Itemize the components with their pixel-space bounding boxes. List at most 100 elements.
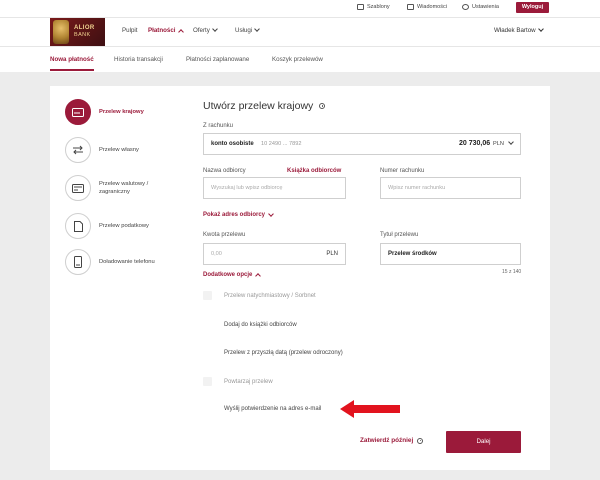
sidebar-item-label: Przelew własny [99, 147, 139, 153]
chevron-down-icon [537, 26, 544, 32]
sidebar-item-przelew-podatkowy[interactable]: Przelew podatkowy [65, 213, 159, 239]
sidebar-item-doladowanie-telefonu[interactable]: Doładowanie telefonu [65, 249, 159, 275]
show-address-label: Pokaż adres odbiorcy [203, 212, 266, 218]
option-add-to-address-book[interactable]: Dodaj do książki odbiorców [203, 320, 297, 329]
transfer-title-value: Przelew środków [388, 251, 437, 257]
recipient-name-placeholder: Wyszukaj lub wpisz odbiorcę [211, 185, 283, 191]
info-icon[interactable] [319, 103, 326, 109]
annotation-arrow-icon [340, 400, 400, 418]
sidebar-item-przelew-krajowy[interactable]: Przelew krajowy [65, 99, 159, 125]
sidebar-item-przelew-wlasny[interactable]: Przelew własny [65, 137, 159, 163]
nav-oferty[interactable]: Oferty [193, 26, 218, 34]
transfer-title-input[interactable]: Przelew środków [380, 243, 521, 265]
alior-bank-logo[interactable]: ALIOR BANK [50, 18, 105, 46]
settings-label: Ustawienia [472, 4, 499, 10]
instant-transfer-checkbox[interactable] [203, 291, 212, 300]
nav-uslugi[interactable]: Usługi [235, 26, 261, 34]
nav-oferty-label: Oferty [193, 27, 210, 34]
settings-link[interactable]: Ustawienia [462, 4, 499, 10]
from-account-number: 10 2490 ... 7892 [261, 141, 302, 147]
info-icon [417, 437, 424, 444]
future-date-checkbox[interactable] [203, 348, 212, 357]
repeat-transfer-checkbox[interactable] [203, 377, 212, 386]
account-number-label: Numer rachunku [380, 168, 425, 174]
title-char-counter: 15 z 140 [502, 269, 522, 275]
confirm-later-label: Zatwierdź później [360, 437, 414, 444]
option-repeat-transfer[interactable]: Powtarzaj przelew [203, 377, 273, 386]
currency-transfer-icon [65, 175, 91, 201]
nav-uslugi-label: Usługi [235, 27, 253, 34]
payment-subtabs: Nowa płatność Historia transakcji Płatno… [0, 46, 600, 72]
account-number-input[interactable]: Wpisz numer rachunku [380, 177, 521, 199]
chevron-down-icon [268, 210, 274, 217]
tab-koszyk-przelewow[interactable]: Koszyk przelewów [272, 56, 323, 63]
option-instant-transfer[interactable]: Przelew natychmiastowy / Sorbnet [203, 291, 316, 300]
amount-placeholder: 0,00 [211, 251, 222, 257]
main-header: ALIOR BANK Pulpit Płatności Oferty Usług… [0, 17, 600, 46]
exchange-arrows-icon [65, 137, 91, 163]
chevron-down-icon [508, 139, 514, 145]
transfer-title-label: Tytuł przelewu [380, 232, 419, 238]
recipient-name-label: Nazwa odbiorcy [203, 168, 246, 174]
from-account-name: konto osobiste [211, 141, 254, 147]
sidebar-item-label: Doładowanie telefonu [99, 259, 155, 265]
user-menu[interactable]: Władek Bartow [494, 26, 544, 34]
option-label: Dodaj do książki odbiorców [224, 321, 297, 328]
user-name: Władek Bartow [494, 27, 536, 34]
nav-pulpit-label: Pulpit [122, 27, 138, 34]
from-account-label: Z rachunku [203, 123, 234, 129]
logo-text-line2: BANK [74, 32, 91, 38]
from-account-select[interactable]: konto osobiste 10 2490 ... 7892 20 730,0… [203, 133, 521, 155]
add-to-address-book-checkbox[interactable] [203, 320, 212, 329]
option-label: Przelew z przyszłą datą (przelew odroczo… [224, 349, 343, 356]
option-label: Powtarzaj przelew [224, 378, 273, 385]
logout-button[interactable]: Wyloguj [516, 2, 549, 13]
transfer-card-icon [65, 99, 91, 125]
option-label: Wyślij potwierdzenie na adres e-mail [224, 405, 322, 412]
logo-text-line1: ALIOR [74, 25, 95, 31]
phone-icon [65, 249, 91, 275]
next-button[interactable]: Dalej [446, 431, 521, 453]
option-label: Przelew natychmiastowy / Sorbnet [224, 292, 316, 299]
gear-icon [462, 4, 469, 10]
amount-currency: PLN [326, 251, 338, 257]
transfer-card: Przelew krajowy Przelew własny Przelew w… [50, 86, 550, 470]
confirm-later-link[interactable]: Zatwierdź później [360, 437, 424, 444]
chevron-up-icon [255, 273, 262, 279]
templates-label: Szablony [367, 4, 390, 10]
chevron-down-icon [254, 26, 261, 32]
logo-emblem [53, 20, 69, 44]
from-account-balance: 20 730,06 [459, 140, 491, 147]
tab-nowa-platnosc[interactable]: Nowa płatność [50, 56, 94, 71]
tab-historia-transakcji[interactable]: Historia transakcji [114, 56, 163, 63]
sidebar-item-przelew-walutowy[interactable]: Przelew walutowy / zagraniczny [65, 175, 159, 201]
from-account-currency: PLN [493, 141, 504, 147]
extra-options-toggle[interactable]: Dodatkowe opcje [203, 272, 262, 279]
templates-link[interactable]: Szablony [357, 4, 390, 10]
show-recipient-address-link[interactable]: Pokaż adres odbiorcy [203, 210, 274, 218]
account-number-placeholder: Wpisz numer rachunku [388, 185, 446, 191]
template-icon [357, 4, 364, 10]
email-confirmation-checkbox[interactable] [203, 404, 212, 413]
page-title: Utwórz przelew krajowy [203, 100, 326, 112]
chevron-down-icon [212, 26, 218, 32]
nav-platnosci[interactable]: Płatności [148, 27, 184, 35]
top-utility-bar: Szablony Wiadomości Ustawienia Wyloguj [0, 0, 600, 17]
messages-link[interactable]: Wiadomości [407, 4, 447, 10]
tab-platnosci-zaplanowane[interactable]: Płatności zaplanowane [186, 56, 249, 63]
recipient-name-input[interactable]: Wyszukaj lub wpisz odbiorcę [203, 177, 346, 199]
option-email-confirmation[interactable]: Wyślij potwierdzenie na adres e-mail [203, 404, 321, 413]
nav-pulpit[interactable]: Pulpit [122, 27, 137, 34]
amount-label: Kwota przelewu [203, 232, 246, 238]
amount-input[interactable]: 0,00 PLN [203, 243, 346, 265]
messages-label: Wiadomości [417, 4, 447, 10]
nav-platnosci-label: Płatności [148, 27, 176, 34]
sidebar-item-label: Przelew walutowy / zagraniczny [99, 181, 149, 195]
page-title-text: Utwórz przelew krajowy [203, 100, 314, 112]
sidebar-item-label: Przelew krajowy [99, 109, 144, 115]
tax-document-icon [65, 213, 91, 239]
extra-options-label: Dodatkowe opcje [203, 272, 253, 278]
address-book-link[interactable]: Książka odbiorców [287, 168, 341, 174]
option-future-date[interactable]: Przelew z przyszłą datą (przelew odroczo… [203, 348, 343, 357]
sidebar-item-label: Przelew podatkowy [99, 223, 149, 229]
